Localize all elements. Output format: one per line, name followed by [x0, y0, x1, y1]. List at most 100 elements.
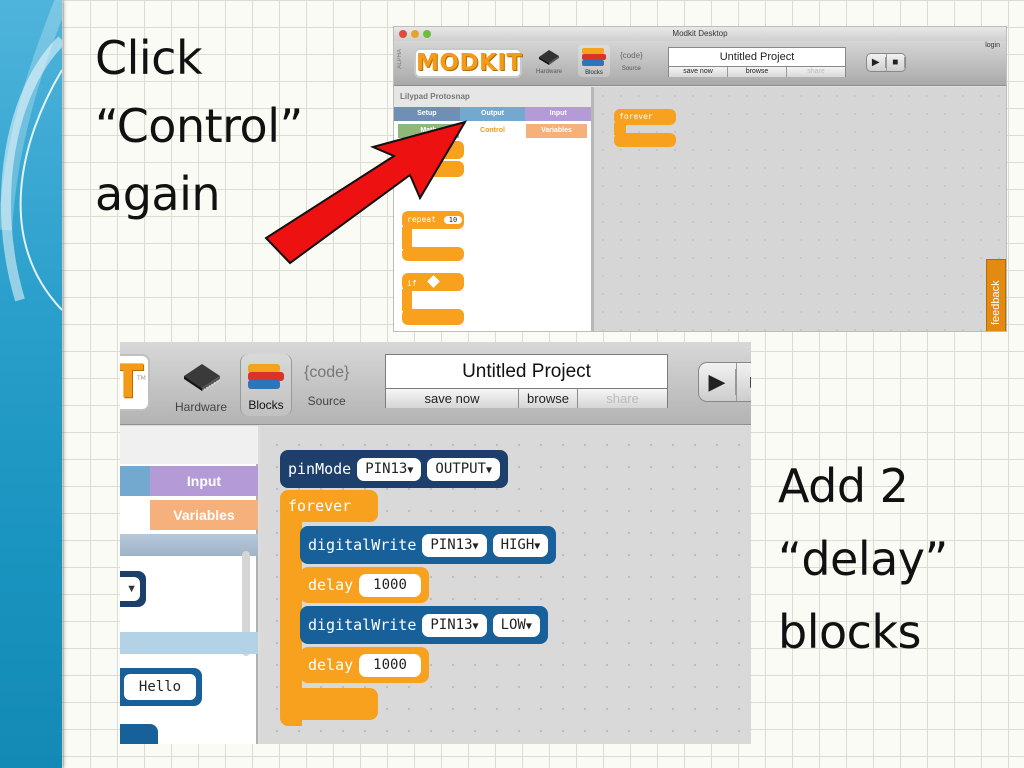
level-dropdown[interactable]: LOW▼ [492, 613, 540, 637]
login-link[interactable]: login [985, 42, 1000, 49]
delay-label: delay [308, 576, 354, 594]
digitalwrite-block[interactable]: digitalWrite PIN13▼ LOW▼ [300, 606, 548, 644]
delay-block[interactable]: delay 1000 [300, 647, 429, 683]
pin-dropdown[interactable]: PIN13▼ [357, 457, 422, 481]
mode-value: OUTPUT [435, 460, 486, 477]
category-tab-variables[interactable]: Variables [526, 124, 587, 138]
play-button[interactable]: ▶ [867, 54, 887, 71]
category-tab-input[interactable]: Input [525, 107, 592, 121]
instruction-text-delay: Add 2 “delay” blocks [778, 450, 948, 669]
category-tab-setup[interactable]: Setup [394, 107, 460, 121]
category-tab-control[interactable]: Control [120, 500, 150, 530]
level-dropdown[interactable]: HIGH▼ [492, 533, 549, 557]
category-tab-control[interactable]: Control [462, 124, 523, 138]
hardware-button[interactable]: Hardware [175, 360, 227, 414]
close-window-button[interactable] [399, 30, 407, 38]
category-tab-output[interactable]: Output [120, 466, 150, 496]
delay-value-input[interactable]: 1000 [359, 573, 421, 597]
text-line: Click [95, 31, 203, 85]
block-palette: OutputInput ControlVariables ▼ Hello [120, 426, 258, 744]
chevron-down-icon: ▼ [120, 577, 140, 601]
project-panel: Untitled Project save now browse share [385, 354, 668, 408]
zoom-window-button[interactable] [423, 30, 431, 38]
share-button[interactable]: share [578, 389, 667, 408]
chip-icon [184, 364, 221, 391]
pin-dropdown[interactable]: PIN13▼ [422, 613, 487, 637]
blocks-label: Blocks [585, 70, 603, 76]
section-divider [120, 534, 258, 556]
level-value: HIGH [500, 536, 535, 553]
palette-block-dropdown[interactable]: ▼ [120, 571, 146, 607]
program-canvas[interactable]: pinMode PIN13▼ OUTPUT▼ forever digitalWr… [260, 426, 751, 744]
chevron-down-icon: ▼ [472, 620, 479, 632]
save-now-button[interactable]: save now [386, 389, 519, 408]
share-button[interactable]: share [787, 67, 845, 77]
category-tab-output[interactable]: Output [459, 107, 526, 121]
string-block[interactable]: Hello [120, 668, 202, 706]
board-name: Lilypad Protosnap [394, 87, 591, 107]
source-button[interactable]: {code} Source [304, 364, 349, 408]
hardware-button[interactable]: Hardware [536, 47, 562, 75]
project-panel: Untitled Project save now browse share [668, 47, 846, 77]
play-icon: ▶ [699, 369, 736, 395]
chevron-down-icon: ▼ [525, 620, 532, 632]
category-tab-input[interactable]: Input [150, 466, 258, 496]
window-titlebar: Modkit Desktop [394, 27, 1006, 41]
program-canvas[interactable]: forever feedback [591, 87, 1006, 331]
decorative-side-band [0, 0, 62, 768]
hardware-label: Hardware [175, 400, 228, 414]
chevron-down-icon: ▼ [407, 464, 414, 476]
blocks-button[interactable]: Blocks [240, 354, 292, 416]
pin-dropdown[interactable]: PIN13▼ [422, 533, 487, 557]
feedback-tab[interactable]: feedback [986, 259, 1006, 331]
forever-label: forever [619, 112, 653, 121]
pinmode-block[interactable]: pinMode PIN13▼ OUTPUT▼ [280, 450, 509, 488]
if-block-foot [402, 309, 464, 325]
modkit-logo: T TM [120, 354, 150, 411]
browse-button[interactable]: browse [728, 67, 787, 77]
delay-block[interactable]: delay 1000 [300, 567, 429, 603]
condition-slot[interactable] [427, 275, 441, 288]
project-name-field[interactable]: Untitled Project [386, 355, 667, 388]
level-value: LOW [500, 616, 526, 633]
mode-dropdown[interactable]: OUTPUT▼ [427, 457, 501, 481]
category-tab-variables[interactable]: Variables [150, 500, 258, 530]
source-button[interactable]: {code} Source [620, 51, 643, 72]
string-value[interactable]: Hello [124, 674, 196, 700]
code-icon: {code} [304, 364, 350, 381]
stop-icon: ■ [737, 369, 751, 395]
toolbar: T TM Hardware Blocks {code} Source [120, 342, 751, 425]
pin-value: PIN13 [430, 536, 473, 553]
minimize-window-button[interactable] [411, 30, 419, 38]
blocks-button[interactable]: Blocks [578, 45, 610, 77]
forever-foot [280, 688, 378, 720]
delay-value-input[interactable]: 1000 [359, 653, 421, 677]
digitalwrite-label: digitalWrite [308, 616, 417, 634]
board-header [120, 426, 258, 464]
save-now-button[interactable]: save now [669, 67, 728, 77]
run-stop-control: ▶ ■ [866, 53, 906, 72]
source-label: Source [621, 66, 641, 72]
modkit-window-overview: Modkit Desktop ALPHA MODKIT Hardware Blo… [393, 26, 1007, 332]
project-name-field[interactable]: Untitled Project [669, 48, 845, 66]
forever-label: forever [288, 497, 352, 515]
window-title: Modkit Desktop [672, 29, 728, 38]
source-label: Source [307, 394, 346, 408]
digitalwrite-block[interactable]: digitalWrite PIN13▼ HIGH▼ [300, 526, 557, 564]
chevron-down-icon: ▼ [534, 540, 541, 552]
text-line: “delay” [778, 532, 948, 586]
text-line: blocks [778, 605, 922, 659]
blocks-label: Blocks [248, 398, 284, 412]
browse-button[interactable]: browse [519, 389, 578, 408]
palette-block[interactable] [120, 724, 158, 744]
pinmode-label: pinMode [288, 460, 352, 478]
play-icon: ▶ [867, 57, 886, 68]
trademark-label: TM [137, 375, 146, 382]
red-arrow-pointer [264, 120, 468, 265]
category-tabs-row: Setup Output Input [394, 107, 592, 121]
text-line: Add 2 [778, 459, 909, 513]
stop-button[interactable]: ■ [887, 54, 905, 71]
stop-button[interactable]: ■ [737, 363, 751, 401]
play-button[interactable]: ▶ [699, 363, 737, 401]
forever-foot [614, 133, 676, 147]
